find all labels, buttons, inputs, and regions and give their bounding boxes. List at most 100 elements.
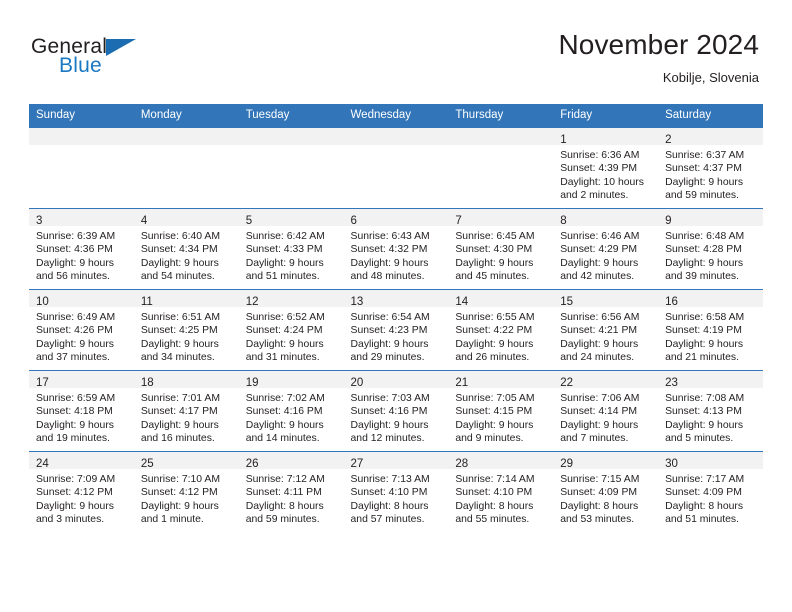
day-number-band: 16 [658,290,763,308]
sunrise-text: Sunrise: 6:55 AM [455,312,535,323]
calendar-day-cell[interactable]: 22 Sunrise: 7:06 AM Sunset: 4:14 PM Dayligh… [553,370,659,452]
day-cell-inner [238,128,344,208]
calendar-day-cell[interactable]: 6 Sunrise: 6:43 AM Sunset: 4:32 PM Daylight… [343,208,449,290]
daylight-text-line2: and 42 minutes. [560,270,635,282]
daylight-text-line1: Daylight: 9 hours [455,338,534,350]
calendar-day-cell[interactable]: 17 Sunrise: 6:59 AM Sunset: 4:18 PM Dayligh… [29,370,134,452]
calendar-day-cell-empty [29,127,134,209]
daylight-text-line1: Daylight: 9 hours [140,500,219,512]
calendar-day-cell[interactable]: 28 Sunrise: 7:14 AM Sunset: 4:10 PM Dayligh… [448,451,554,532]
sunrise-text: Sunrise: 7:08 AM [665,393,745,404]
calendar-day-cell[interactable]: 18 Sunrise: 7:01 AM Sunset: 4:17 PM Dayligh… [133,370,239,452]
sunrise-text: Sunrise: 6:46 AM [560,231,640,242]
daylight-text-line2: and 21 minutes. [665,351,739,363]
daylight-text-line1: Daylight: 9 hours [665,419,744,431]
day-details: Sunrise: 7:13 AM Sunset: 4:10 PM Daylight:… [344,469,449,526]
brand-logo[interactable]: General Blue [31,36,211,84]
day-number-band: 25 [133,452,239,470]
calendar-day-cell[interactable]: 7 Sunrise: 6:45 AM Sunset: 4:30 PM Daylight… [448,208,554,290]
calendar-day-cell[interactable]: 15 Sunrise: 6:56 AM Sunset: 4:21 PM Dayligh… [553,289,659,371]
calendar-day-cell[interactable]: 14 Sunrise: 6:55 AM Sunset: 4:22 PM Dayligh… [448,289,554,371]
day-number-band: 14 [448,290,554,308]
calendar-day-cell[interactable]: 9 Sunrise: 6:48 AM Sunset: 4:28 PM Daylight… [658,208,763,290]
daylight-text-line2: and 48 minutes. [350,270,425,282]
calendar-day-cell[interactable]: 19 Sunrise: 7:02 AM Sunset: 4:16 PM Dayligh… [238,370,344,452]
day-number-band: 27 [343,452,449,470]
calendar-day-cell[interactable]: 23 Sunrise: 7:08 AM Sunset: 4:13 PM Dayligh… [658,370,763,452]
calendar-day-cell-empty [238,127,344,209]
sunrise-text: Sunrise: 6:37 AM [665,150,745,161]
sunrise-text: Sunrise: 7:14 AM [455,474,535,485]
calendar-day-cell[interactable]: 4 Sunrise: 6:40 AM Sunset: 4:34 PM Daylight… [133,208,239,290]
calendar-day-cell[interactable]: 8 Sunrise: 6:46 AM Sunset: 4:29 PM Daylight… [553,208,659,290]
calendar-day-cell[interactable]: 1 Sunrise: 6:36 AM Sunset: 4:39 PM Daylight… [553,127,659,209]
calendar-week-row: 17 Sunrise: 6:59 AM Sunset: 4:18 PM Dayligh… [29,370,763,452]
day-number-band: 13 [343,290,449,308]
sunset-text: Sunset: 4:24 PM [245,325,323,337]
day-cell-inner: 11 Sunrise: 6:51 AM Sunset: 4:25 PM Dayligh… [133,290,239,370]
calendar-day-cell[interactable]: 13 Sunrise: 6:54 AM Sunset: 4:23 PM Dayligh… [343,289,449,371]
weekday-header-monday: Monday [133,104,239,128]
daylight-text-line1: Daylight: 9 hours [665,176,744,188]
calendar-day-cell[interactable]: 25 Sunrise: 7:10 AM Sunset: 4:12 PM Dayligh… [133,451,239,532]
title-block: November 2024 Kobilje, Slovenia [558,28,759,86]
day-number-band [29,128,134,145]
weekday-header-wednesday: Wednesday [343,104,449,128]
day-details: Sunrise: 7:08 AM Sunset: 4:13 PM Daylight:… [658,388,763,445]
day-number: 14 [455,296,469,308]
day-cell-inner: 10 Sunrise: 6:49 AM Sunset: 4:26 PM Dayligh… [29,290,134,370]
calendar-day-cell[interactable]: 30 Sunrise: 7:17 AM Sunset: 4:09 PM Dayligh… [658,451,763,532]
calendar-day-cell[interactable]: 27 Sunrise: 7:13 AM Sunset: 4:10 PM Dayligh… [343,451,449,532]
calendar-day-cell[interactable]: 11 Sunrise: 6:51 AM Sunset: 4:25 PM Dayligh… [133,289,239,371]
calendar-day-cell[interactable]: 21 Sunrise: 7:05 AM Sunset: 4:15 PM Dayligh… [448,370,554,452]
day-number-band: 8 [553,209,659,227]
day-details: Sunrise: 7:10 AM Sunset: 4:12 PM Daylight:… [134,469,239,526]
sunset-text: Sunset: 4:33 PM [245,244,323,256]
calendar-week-row: 10 Sunrise: 6:49 AM Sunset: 4:26 PM Dayligh… [29,289,763,371]
calendar-day-cell[interactable]: 16 Sunrise: 6:58 AM Sunset: 4:19 PM Dayligh… [658,289,763,371]
day-number: 12 [245,296,259,308]
calendar-day-cell[interactable]: 3 Sunrise: 6:39 AM Sunset: 4:36 PM Daylight… [29,208,134,290]
calendar-day-cell[interactable]: 24 Sunrise: 7:09 AM Sunset: 4:12 PM Dayligh… [29,451,134,532]
sunset-text: Sunset: 4:12 PM [36,487,113,499]
calendar-day-cell[interactable]: 29 Sunrise: 7:15 AM Sunset: 4:09 PM Dayligh… [553,451,659,532]
daylight-text-line1: Daylight: 8 hours [245,500,324,512]
day-details: Sunrise: 6:59 AM Sunset: 4:18 PM Daylight:… [29,388,134,445]
day-cell-inner: 13 Sunrise: 6:54 AM Sunset: 4:23 PM Dayligh… [343,290,449,370]
day-details: Sunrise: 7:06 AM Sunset: 4:14 PM Daylight:… [553,388,658,445]
calendar-day-cell[interactable]: 10 Sunrise: 6:49 AM Sunset: 4:26 PM Dayligh… [29,289,134,371]
day-number: 16 [665,296,678,308]
day-cell-inner: 2 Sunrise: 6:37 AM Sunset: 4:37 PM Daylight… [658,128,763,208]
day-cell-inner: 16 Sunrise: 6:58 AM Sunset: 4:19 PM Dayligh… [658,290,763,370]
calendar-day-cell[interactable]: 5 Sunrise: 6:42 AM Sunset: 4:33 PM Daylight… [238,208,344,290]
daylight-text-line1: Daylight: 9 hours [455,419,534,431]
day-number-band: 19 [238,371,344,389]
daylight-text-line1: Daylight: 8 hours [455,500,534,512]
daylight-text-line2: and 19 minutes. [36,432,110,444]
calendar-day-cell[interactable]: 20 Sunrise: 7:03 AM Sunset: 4:16 PM Dayligh… [343,370,449,452]
sunset-text: Sunset: 4:16 PM [245,406,323,418]
day-number-band: 18 [133,371,239,389]
day-details: Sunrise: 6:40 AM Sunset: 4:34 PM Daylight:… [134,226,239,283]
day-number: 3 [36,215,43,227]
day-number: 26 [245,458,259,470]
day-details: Sunrise: 7:15 AM Sunset: 4:09 PM Daylight:… [553,469,658,526]
calendar-day-cell[interactable]: 12 Sunrise: 6:52 AM Sunset: 4:24 PM Dayligh… [238,289,344,371]
calendar-day-cell[interactable]: 26 Sunrise: 7:12 AM Sunset: 4:11 PM Dayligh… [238,451,344,532]
day-number: 2 [665,134,672,146]
daylight-text-line1: Daylight: 9 hours [245,338,324,350]
daylight-text-line2: and 59 minutes. [665,189,739,201]
calendar-week-row: 24 Sunrise: 7:09 AM Sunset: 4:12 PM Dayligh… [29,451,763,532]
sunset-text: Sunset: 4:16 PM [350,406,428,418]
calendar-week-row: 1 Sunrise: 6:36 AM Sunset: 4:39 PM Daylight… [29,127,763,209]
sunrise-text: Sunrise: 6:48 AM [665,231,745,242]
day-number-band: 2 [658,128,763,146]
calendar-day-cell[interactable]: 2 Sunrise: 6:37 AM Sunset: 4:37 PM Daylight… [658,127,763,209]
day-number: 5 [245,215,253,227]
day-number-band: 28 [448,452,554,470]
day-details: Sunrise: 7:12 AM Sunset: 4:11 PM Daylight:… [239,469,344,526]
daylight-text-line1: Daylight: 9 hours [350,419,429,431]
daylight-text-line1: Daylight: 9 hours [140,338,219,350]
page-title: November 2024 [558,29,759,60]
day-cell-inner: 25 Sunrise: 7:10 AM Sunset: 4:12 PM Dayligh… [133,452,239,532]
